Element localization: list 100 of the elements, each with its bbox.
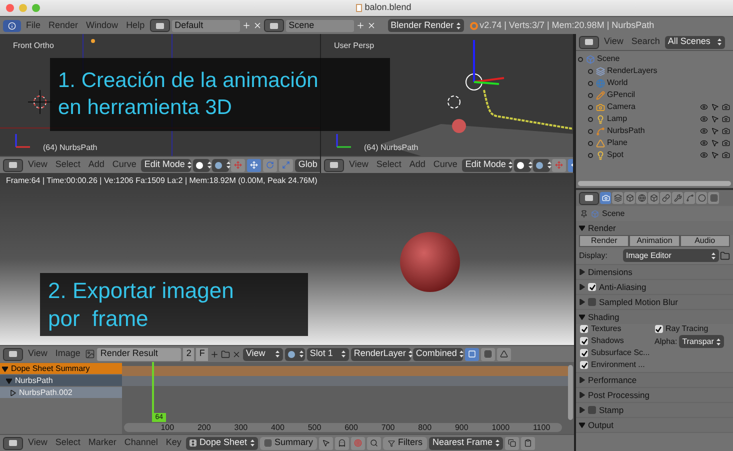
- image-name-field[interactable]: Render Result: [97, 348, 182, 360]
- collapsed-triangle-icon[interactable]: [579, 299, 585, 305]
- menu-item[interactable]: Curve: [109, 158, 140, 172]
- panel-header[interactable]: Shading: [576, 310, 733, 324]
- scrollbar[interactable]: [568, 365, 573, 420]
- pivot-dropdown[interactable]: [284, 348, 305, 360]
- outliner-item[interactable]: Scene: [597, 53, 620, 65]
- panel-header[interactable]: Output: [576, 418, 733, 432]
- checkbox[interactable]: [654, 325, 662, 333]
- panel-header[interactable]: Render: [576, 221, 733, 235]
- mode-dropdown[interactable]: Dope Sheet: [186, 436, 258, 450]
- render-camera-icon[interactable]: [722, 139, 730, 147]
- outliner-item[interactable]: NurbsPath: [607, 125, 645, 137]
- texture-tab[interactable]: [708, 192, 719, 204]
- expanded-triangle-icon[interactable]: [2, 366, 8, 372]
- shading-dropdown[interactable]: [193, 158, 210, 172]
- close-icon[interactable]: [232, 350, 241, 358]
- mode-dropdown[interactable]: Edit Mode: [462, 158, 512, 172]
- scrollbar[interactable]: [578, 181, 731, 186]
- outliner-item[interactable]: Camera: [607, 101, 636, 113]
- menu-item[interactable]: Window: [83, 18, 122, 32]
- menu-item[interactable]: Channel: [121, 436, 161, 450]
- expanded-triangle-icon[interactable]: [6, 378, 12, 384]
- scene-icon[interactable]: [264, 19, 284, 32]
- outliner-item[interactable]: GPencil: [607, 89, 636, 101]
- pivot-dropdown[interactable]: [533, 158, 550, 172]
- checker-icon[interactable]: [480, 348, 495, 360]
- channel-row[interactable]: NurbsPath: [0, 375, 122, 386]
- panel-header[interactable]: Anti-Aliasing: [576, 280, 733, 294]
- outliner-item[interactable]: World: [607, 77, 628, 89]
- menu-item[interactable]: Select: [52, 436, 84, 450]
- search-icon[interactable]: [366, 436, 381, 450]
- filters-button[interactable]: Filters: [382, 436, 428, 450]
- outliner-item[interactable]: Spot: [607, 149, 624, 161]
- collapsed-triangle-icon[interactable]: [10, 390, 16, 396]
- panel-header[interactable]: Dimensions: [576, 265, 733, 279]
- shading-dropdown[interactable]: [514, 158, 532, 172]
- fake-user-button[interactable]: F: [196, 348, 208, 360]
- layout-field[interactable]: Default: [172, 20, 240, 32]
- collapsed-triangle-icon[interactable]: [579, 284, 585, 290]
- menu-item[interactable]: Image: [52, 347, 84, 361]
- expanded-triangle-icon[interactable]: [579, 225, 585, 231]
- layers-tab[interactable]: [612, 192, 623, 204]
- menu-item[interactable]: Search: [628, 35, 663, 49]
- render-camera-icon[interactable]: [722, 103, 730, 111]
- menu-item[interactable]: Add: [406, 158, 428, 172]
- checkbox[interactable]: [580, 361, 588, 369]
- render-camera-icon[interactable]: [722, 151, 730, 159]
- summary-button[interactable]: Summary: [260, 436, 317, 450]
- panel-header[interactable]: Stamp: [576, 403, 733, 417]
- copy-icon[interactable]: [505, 436, 520, 450]
- menu-item[interactable]: Key: [162, 436, 184, 450]
- menu-item[interactable]: Add: [85, 158, 108, 172]
- render-button[interactable]: Audio: [680, 235, 730, 247]
- menu-item[interactable]: View: [346, 158, 372, 172]
- menu-item[interactable]: View: [25, 436, 50, 450]
- translate-icon[interactable]: [247, 158, 262, 172]
- checkbox[interactable]: [588, 406, 596, 414]
- render-button[interactable]: Animation: [629, 235, 680, 247]
- folder-icon[interactable]: [220, 350, 230, 358]
- visibility-icon[interactable]: [700, 115, 708, 123]
- close-icon[interactable]: [6, 4, 14, 12]
- menu-item[interactable]: View: [25, 347, 50, 361]
- menu-item[interactable]: Help: [123, 18, 148, 32]
- info-editor-button[interactable]: [3, 20, 21, 32]
- menu-item[interactable]: View: [25, 158, 50, 172]
- outliner-item[interactable]: Lamp: [607, 113, 628, 125]
- display-mode-dropdown[interactable]: All Scenes: [664, 36, 725, 48]
- menu-item[interactable]: Marker: [85, 436, 120, 450]
- render-camera-icon[interactable]: [722, 115, 730, 123]
- render-button[interactable]: Render: [579, 235, 630, 247]
- world-tab[interactable]: [636, 192, 647, 204]
- add-icon[interactable]: [356, 21, 365, 30]
- collapsed-triangle-icon[interactable]: [579, 392, 585, 398]
- channel-row[interactable]: NurbsPath.002: [0, 387, 122, 398]
- outliner-item[interactable]: RenderLayers: [607, 65, 658, 77]
- menu-item[interactable]: Select: [52, 158, 84, 172]
- ghost-icon[interactable]: [334, 436, 349, 450]
- slot-dropdown[interactable]: Slot 1: [306, 348, 349, 360]
- users-count[interactable]: 2: [183, 348, 194, 360]
- checkbox[interactable]: [580, 349, 588, 357]
- pointer-icon[interactable]: [318, 436, 333, 450]
- constraints-tab[interactable]: [660, 192, 671, 204]
- editor-type-icon[interactable]: [324, 158, 344, 172]
- view-dropdown[interactable]: View: [242, 348, 283, 360]
- checkbox[interactable]: [580, 325, 588, 333]
- render-layer-dropdown[interactable]: RenderLayer: [350, 348, 411, 360]
- visibility-icon[interactable]: [700, 139, 708, 147]
- paste-icon[interactable]: [521, 436, 536, 450]
- pivot-dropdown[interactable]: [212, 158, 230, 172]
- snap-dropdown[interactable]: Nearest Frame: [429, 436, 504, 450]
- channel-row[interactable]: Dope Sheet Summary: [0, 363, 122, 374]
- display-dropdown[interactable]: Image Editor: [623, 249, 719, 262]
- add-icon[interactable]: [210, 350, 219, 358]
- menu-item[interactable]: Render: [46, 18, 82, 32]
- playhead[interactable]: [152, 362, 154, 413]
- modifiers-tab[interactable]: [672, 192, 683, 204]
- checkbox[interactable]: [580, 337, 588, 345]
- data-tab[interactable]: [684, 192, 695, 204]
- collapsed-triangle-icon[interactable]: [579, 377, 585, 383]
